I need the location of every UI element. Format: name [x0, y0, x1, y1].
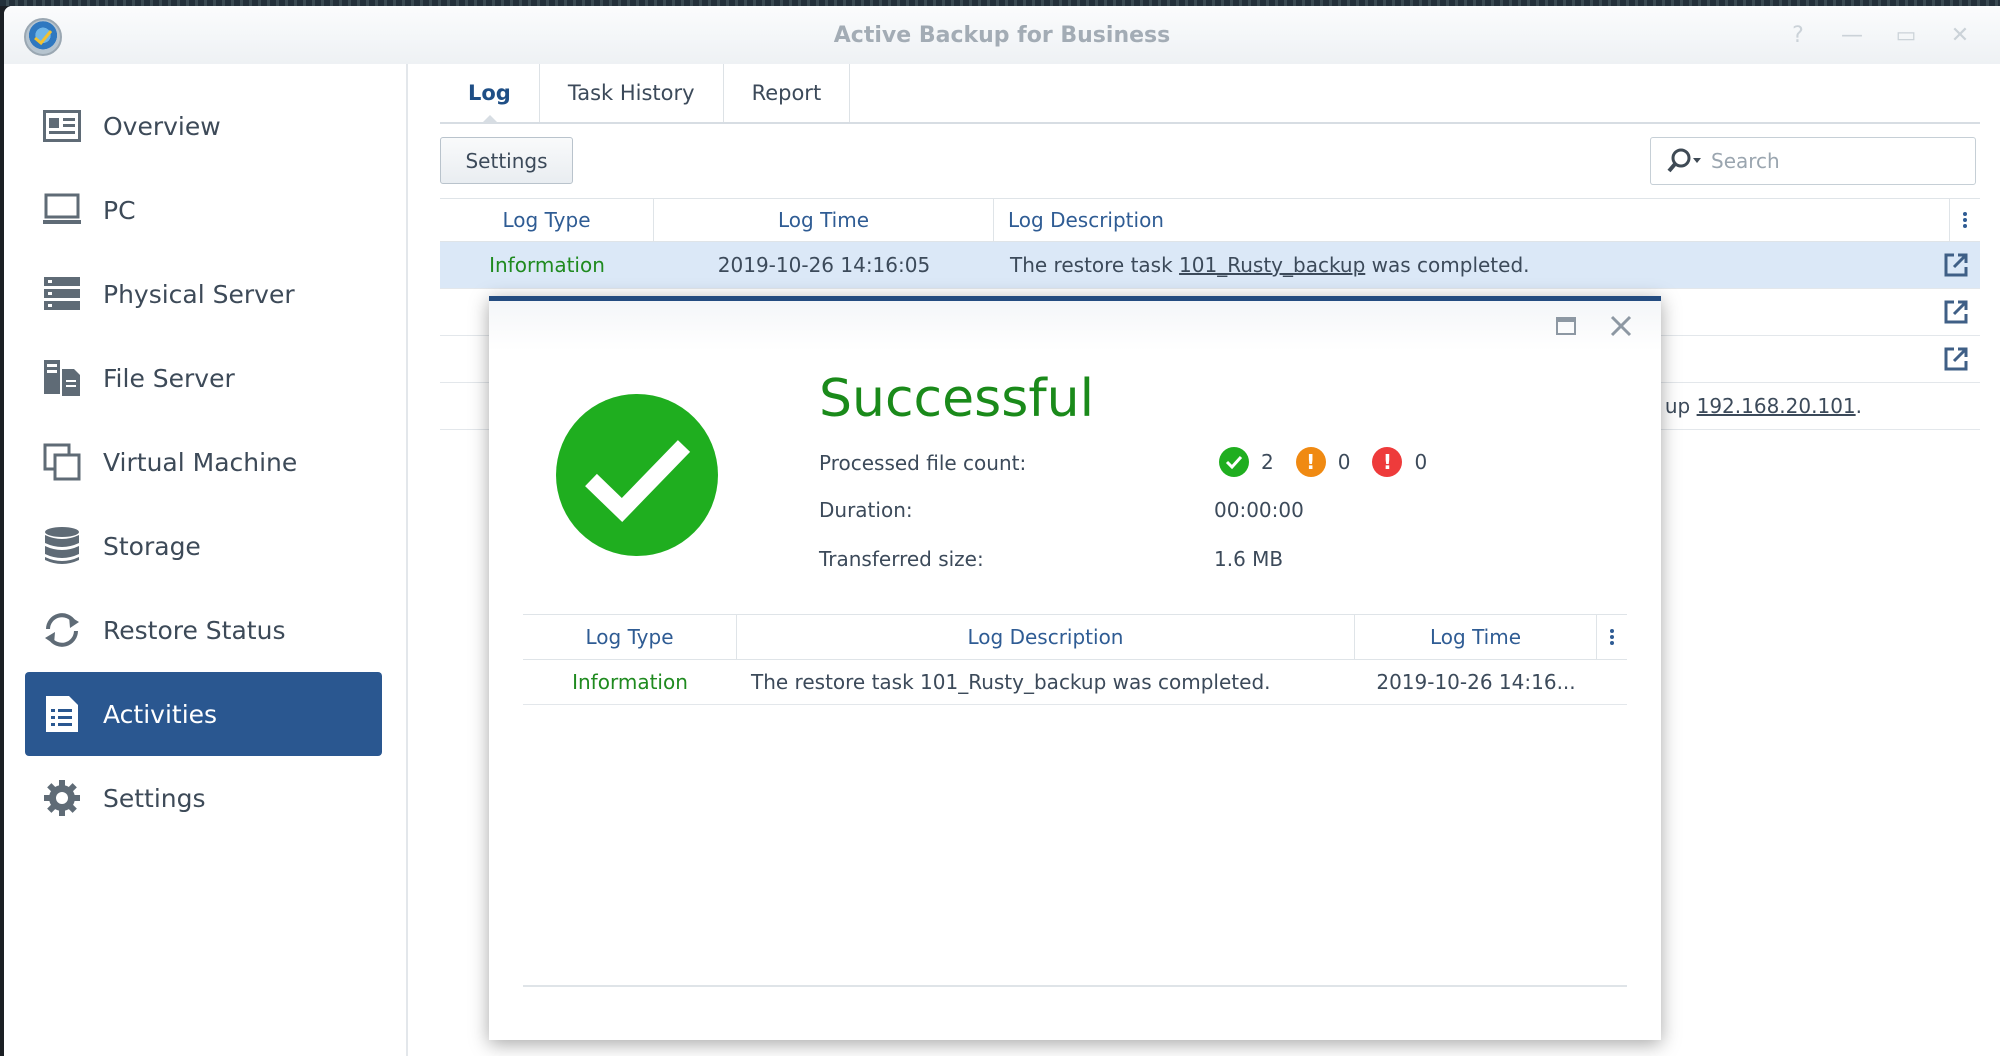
table-row[interactable]: Information The restore task 101_Rusty_b… — [523, 660, 1627, 705]
transferred-size-label: Transferred size: — [819, 547, 984, 571]
column-menu-icon[interactable] — [1597, 615, 1627, 659]
log-time-cell: 2019-10-26 14:16... — [1376, 670, 1576, 694]
sidebar-item-file-server[interactable]: File Server — [25, 336, 382, 420]
maximize-icon[interactable]: ▭ — [1894, 24, 1918, 48]
sidebar-item-label: Activities — [103, 699, 218, 729]
file-server-icon — [39, 355, 85, 401]
sidebar-item-label: Restore Status — [103, 615, 286, 645]
dialog-title: Successful — [819, 369, 1095, 429]
processed-file-counts: 2 ! 0 ! 0 — [1219, 447, 1449, 477]
overview-icon — [39, 103, 85, 149]
column-log-time[interactable]: Log Time — [654, 199, 994, 241]
tab-bar: Log Task History Report — [440, 64, 851, 123]
task-link[interactable]: 101_Rusty_backup — [1179, 253, 1365, 277]
success-badge-icon — [1219, 447, 1249, 477]
sidebar-item-activities[interactable]: Activities — [25, 672, 382, 756]
column-log-type[interactable]: Log Type — [440, 199, 654, 241]
description-text: The restore task — [1010, 253, 1180, 277]
close-dialog-icon[interactable] — [1608, 313, 1634, 339]
column-log-time[interactable]: Log Time — [1355, 615, 1597, 659]
sidebar-item-label: PC — [103, 195, 136, 225]
close-window-icon[interactable]: ✕ — [1948, 24, 1972, 48]
open-external-icon[interactable] — [1932, 252, 1980, 278]
search-input[interactable] — [1711, 149, 1931, 173]
log-description-cell: The restore task 101_Rusty_backup was co… — [994, 253, 1932, 277]
sidebar: Overview PC Physical Server File Server … — [4, 64, 408, 1056]
tab-task-history[interactable]: Task History — [540, 64, 724, 122]
success-check-icon — [556, 394, 718, 560]
title-bar[interactable]: Active Backup for Business ? — ▭ ✕ — [4, 6, 2000, 64]
column-log-description[interactable]: Log Description — [737, 615, 1355, 659]
sidebar-item-overview[interactable]: Overview — [25, 84, 382, 168]
window-title: Active Backup for Business — [833, 23, 1171, 48]
transferred-size-value: 1.6 MB — [1214, 547, 1284, 571]
log-description-cell: The restore task 101_Rusty_backup was co… — [751, 670, 1271, 694]
sidebar-item-label: Physical Server — [103, 279, 295, 309]
sidebar-item-physical-server[interactable]: Physical Server — [25, 252, 382, 336]
storage-icon — [39, 523, 85, 569]
sidebar-item-label: Virtual Machine — [103, 447, 298, 477]
sidebar-item-pc[interactable]: PC — [25, 168, 382, 252]
search-box[interactable] — [1650, 137, 1976, 185]
duration-label: Duration: — [819, 498, 913, 522]
description-text: . — [1855, 394, 1862, 418]
result-dialog: Successful Processed file count: 2 ! 0 !… — [489, 296, 1661, 1040]
sidebar-item-label: Settings — [103, 783, 206, 813]
virtual-machine-icon — [39, 439, 85, 485]
activities-icon — [39, 691, 85, 737]
duration-value: 00:00:00 — [1214, 498, 1304, 522]
open-external-icon[interactable] — [1932, 299, 1980, 325]
tab-report[interactable]: Report — [724, 64, 851, 122]
tab-divider — [440, 122, 1980, 124]
table-row[interactable]: Information 2019-10-26 14:16:05 The rest… — [440, 242, 1980, 289]
sidebar-item-label: Storage — [103, 531, 201, 561]
error-badge-icon: ! — [1372, 447, 1403, 477]
host-link[interactable]: 192.168.20.101 — [1697, 394, 1856, 418]
column-log-type[interactable]: Log Type — [523, 615, 737, 659]
log-type-cell: Information — [489, 253, 605, 277]
settings-gear-icon — [39, 775, 85, 821]
search-icon[interactable] — [1667, 148, 1703, 174]
minimize-icon[interactable]: — — [1840, 24, 1864, 48]
dialog-header[interactable] — [489, 301, 1661, 351]
help-icon[interactable]: ? — [1786, 24, 1810, 48]
sidebar-item-virtual-machine[interactable]: Virtual Machine — [25, 420, 382, 504]
log-time-cell: 2019-10-26 14:16:05 — [717, 253, 931, 277]
warning-badge-icon: ! — [1295, 447, 1326, 477]
log-description-cell: up 192.168.20.101. — [1665, 394, 1980, 418]
description-text: up — [1664, 394, 1697, 418]
dialog-log-table-header: Log Type Log Description Log Time — [523, 614, 1627, 660]
error-count: 0 — [1414, 450, 1428, 474]
processed-file-count-label: Processed file count: — [819, 451, 1027, 475]
app-window: Active Backup for Business ? — ▭ ✕ Overv… — [4, 6, 2000, 1056]
sidebar-item-label: Overview — [103, 111, 221, 141]
success-count: 2 — [1261, 450, 1274, 474]
sidebar-item-restore-status[interactable]: Restore Status — [25, 588, 382, 672]
sidebar-item-settings[interactable]: Settings — [25, 756, 382, 840]
log-table-header: Log Type Log Time Log Description — [440, 198, 1980, 242]
sidebar-item-label: File Server — [103, 363, 235, 393]
description-text: was completed. — [1365, 253, 1530, 277]
settings-button[interactable]: Settings — [440, 137, 573, 184]
open-external-icon[interactable] — [1932, 346, 1980, 372]
tab-log[interactable]: Log — [440, 64, 540, 123]
column-log-description[interactable]: Log Description — [994, 199, 1950, 241]
column-menu-icon[interactable] — [1950, 199, 1980, 241]
table-bottom-divider — [523, 985, 1627, 987]
physical-server-icon — [39, 271, 85, 317]
sidebar-item-storage[interactable]: Storage — [25, 504, 382, 588]
pc-icon — [39, 187, 85, 233]
restore-status-icon — [39, 607, 85, 653]
warning-count: 0 — [1337, 450, 1351, 474]
maximize-icon[interactable] — [1553, 313, 1579, 339]
log-type-cell: Information — [572, 670, 688, 694]
